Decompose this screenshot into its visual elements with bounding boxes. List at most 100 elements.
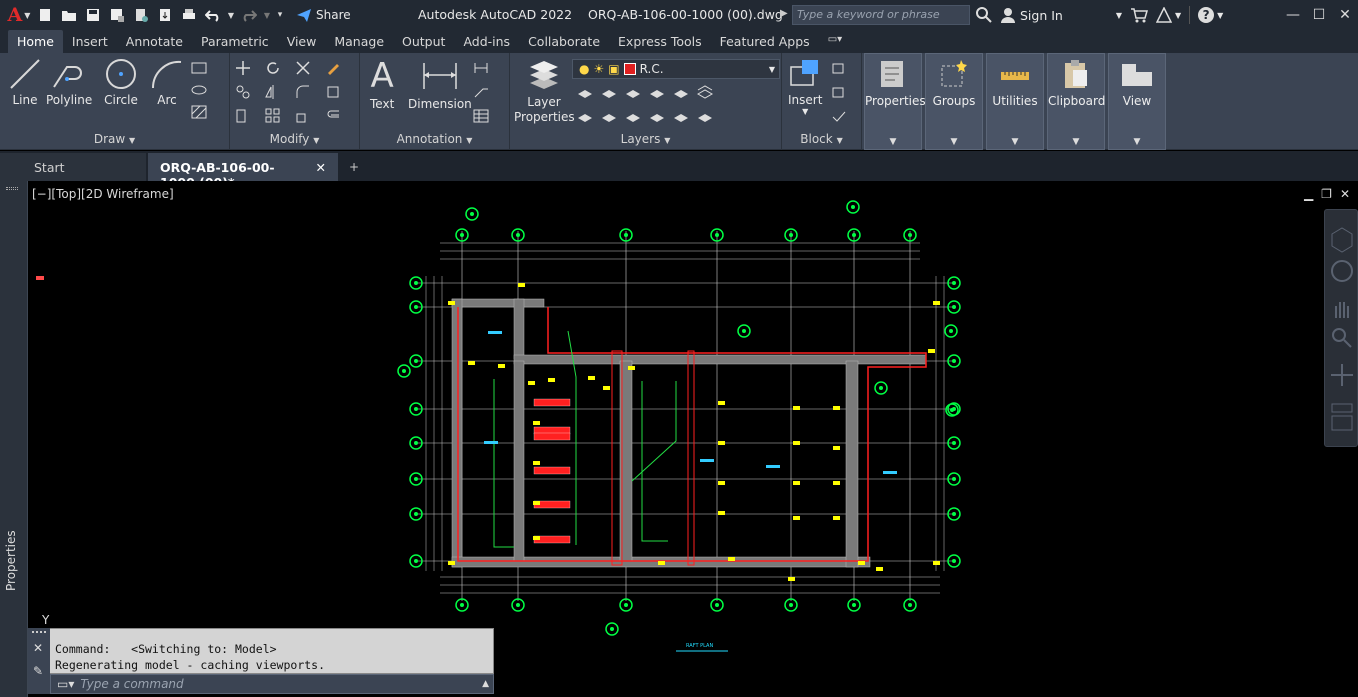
cart-icon[interactable]	[1130, 7, 1148, 23]
zoom-extents-icon[interactable]	[1326, 322, 1358, 352]
tab-view[interactable]: View	[278, 30, 326, 53]
leader-icon[interactable]	[472, 83, 490, 101]
scale-icon[interactable]	[294, 107, 312, 125]
steering-wheel-icon[interactable]	[1326, 224, 1358, 254]
ellipse-icon[interactable]	[190, 81, 208, 99]
arc-button[interactable]: Arc	[150, 57, 184, 107]
tab-collaborate[interactable]: Collaborate	[519, 30, 609, 53]
tab-insert[interactable]: Insert	[63, 30, 117, 53]
orbit-icon[interactable]	[1326, 256, 1358, 286]
close-tab-icon[interactable]: ✕	[316, 160, 326, 175]
layer-change-icon[interactable]	[600, 107, 618, 125]
close-icon[interactable]: ✕	[1332, 0, 1358, 30]
command-grip-icon[interactable]	[32, 631, 46, 635]
drawing-canvas[interactable]: [−][Top][2D Wireframe] ▁ ❐ ✕ RAFT PLAN Y	[28, 181, 1358, 697]
view-panel-button[interactable]: View ▼	[1108, 53, 1166, 150]
annotation-panel-label[interactable]: Annotation ▼	[360, 132, 509, 148]
help-icon[interactable]: ? ▼	[1198, 7, 1223, 23]
customize-qat-icon[interactable]: ▾	[274, 4, 286, 26]
command-prompt-icon[interactable]: ▭▾	[57, 677, 74, 691]
erase-icon[interactable]	[324, 59, 342, 77]
line-button[interactable]: Line	[8, 57, 42, 107]
rotate-icon[interactable]	[264, 59, 282, 77]
ribbon-minimize-icon[interactable]: ▭▾	[819, 30, 851, 53]
pan-hand-icon[interactable]	[1326, 294, 1358, 324]
properties-palette-strip[interactable]: Properties	[0, 181, 28, 697]
minimize-icon[interactable]: —	[1280, 0, 1306, 30]
new-icon[interactable]	[34, 4, 56, 26]
insert-button[interactable]: Insert ▼	[788, 57, 822, 116]
copy-icon[interactable]	[234, 83, 252, 101]
offset-icon[interactable]	[324, 107, 342, 125]
chevron-right-icon[interactable]: ▶	[780, 8, 788, 19]
edit-block-icon[interactable]	[830, 83, 848, 101]
modify-panel-label[interactable]: Modify ▼	[230, 132, 359, 148]
edit-attributes-icon[interactable]	[830, 107, 848, 125]
tab-manage[interactable]: Manage	[325, 30, 393, 53]
tab-featured-apps[interactable]: Featured Apps	[711, 30, 819, 53]
layer-previous-icon[interactable]	[696, 107, 714, 125]
layer-states-icon[interactable]	[696, 83, 714, 101]
start-tab[interactable]: Start	[0, 153, 146, 181]
open-icon[interactable]	[58, 4, 80, 26]
utilities-panel-button[interactable]: Utilities ▼	[986, 53, 1044, 150]
array-icon[interactable]	[264, 107, 282, 125]
layer-off-icon[interactable]	[576, 83, 594, 101]
layer-properties-button[interactable]: Layer Properties	[514, 57, 575, 125]
polyline-button[interactable]: Polyline	[46, 57, 92, 107]
properties-palette-title[interactable]: Properties	[4, 530, 18, 591]
explode-icon[interactable]	[324, 83, 342, 101]
plot-icon[interactable]	[178, 4, 200, 26]
circle-button[interactable]: Circle	[104, 57, 138, 107]
layer-dropdown[interactable]: ● ☀ ▣ R.C. ▼	[572, 59, 780, 79]
save-web-icon[interactable]	[154, 4, 176, 26]
sign-in-button[interactable]: Sign In ▼	[1000, 7, 1122, 23]
undo-dropdown-icon[interactable]: ▼	[226, 4, 236, 26]
create-block-icon[interactable]	[830, 59, 848, 77]
layers-panel-label[interactable]: Layers ▼	[510, 132, 781, 148]
autodesk-app-icon[interactable]: ▼	[1156, 7, 1181, 23]
layer-lock-icon[interactable]	[648, 83, 666, 101]
layer-match-icon[interactable]	[576, 107, 594, 125]
tab-parametric[interactable]: Parametric	[192, 30, 278, 53]
save-icon[interactable]	[82, 4, 104, 26]
redo-dropdown-icon[interactable]: ▼	[262, 4, 272, 26]
command-history-toggle-icon[interactable]: ▲	[482, 679, 489, 689]
showmotion-icon[interactable]	[1326, 360, 1358, 390]
mirror-icon[interactable]	[264, 83, 282, 101]
application-menu-button[interactable]: A ▼	[6, 4, 32, 26]
undo-icon[interactable]	[202, 4, 224, 26]
table-icon[interactable]	[472, 107, 490, 125]
properties-panel-button[interactable]: Properties ▼	[864, 53, 926, 150]
fillet-icon[interactable]	[294, 83, 312, 101]
search-icon[interactable]	[976, 7, 992, 23]
dimension-button[interactable]: Dimension	[408, 57, 472, 111]
search-input[interactable]: Type a keyword or phrase	[792, 5, 970, 25]
command-customize-icon[interactable]: ✎	[33, 664, 43, 678]
grip-icon[interactable]	[6, 187, 18, 190]
redo-icon[interactable]	[238, 4, 260, 26]
layer-freeze-icon[interactable]	[624, 83, 642, 101]
tab-annotate[interactable]: Annotate	[117, 30, 192, 53]
view-cube-icon[interactable]	[1326, 400, 1358, 440]
tab-output[interactable]: Output	[393, 30, 454, 53]
trim-icon[interactable]	[294, 59, 312, 77]
command-close-icon[interactable]: ✕	[33, 641, 43, 655]
layer-isolate-icon[interactable]	[600, 83, 618, 101]
tab-home[interactable]: Home	[8, 30, 63, 53]
text-button[interactable]: A Text	[370, 57, 394, 111]
linear-dim-icon[interactable]	[472, 59, 490, 77]
rectangle-icon[interactable]	[190, 59, 208, 77]
clipboard-panel-button[interactable]: Clipboard ▼	[1047, 53, 1105, 150]
tab-add-ins[interactable]: Add-ins	[454, 30, 519, 53]
open-web-icon[interactable]	[130, 4, 152, 26]
maximize-icon[interactable]: ☐	[1306, 0, 1332, 30]
draw-panel-label[interactable]: Draw ▼	[0, 132, 229, 148]
share-button[interactable]: Share	[296, 8, 351, 22]
move-icon[interactable]	[234, 59, 252, 77]
layer-unlock-icon[interactable]	[672, 83, 690, 101]
block-panel-label[interactable]: Block ▼	[782, 132, 861, 148]
layer-delete-icon[interactable]	[672, 107, 690, 125]
command-input[interactable]: ▭▾ Type a command ▲	[50, 674, 494, 694]
layer-walk-icon[interactable]	[624, 107, 642, 125]
